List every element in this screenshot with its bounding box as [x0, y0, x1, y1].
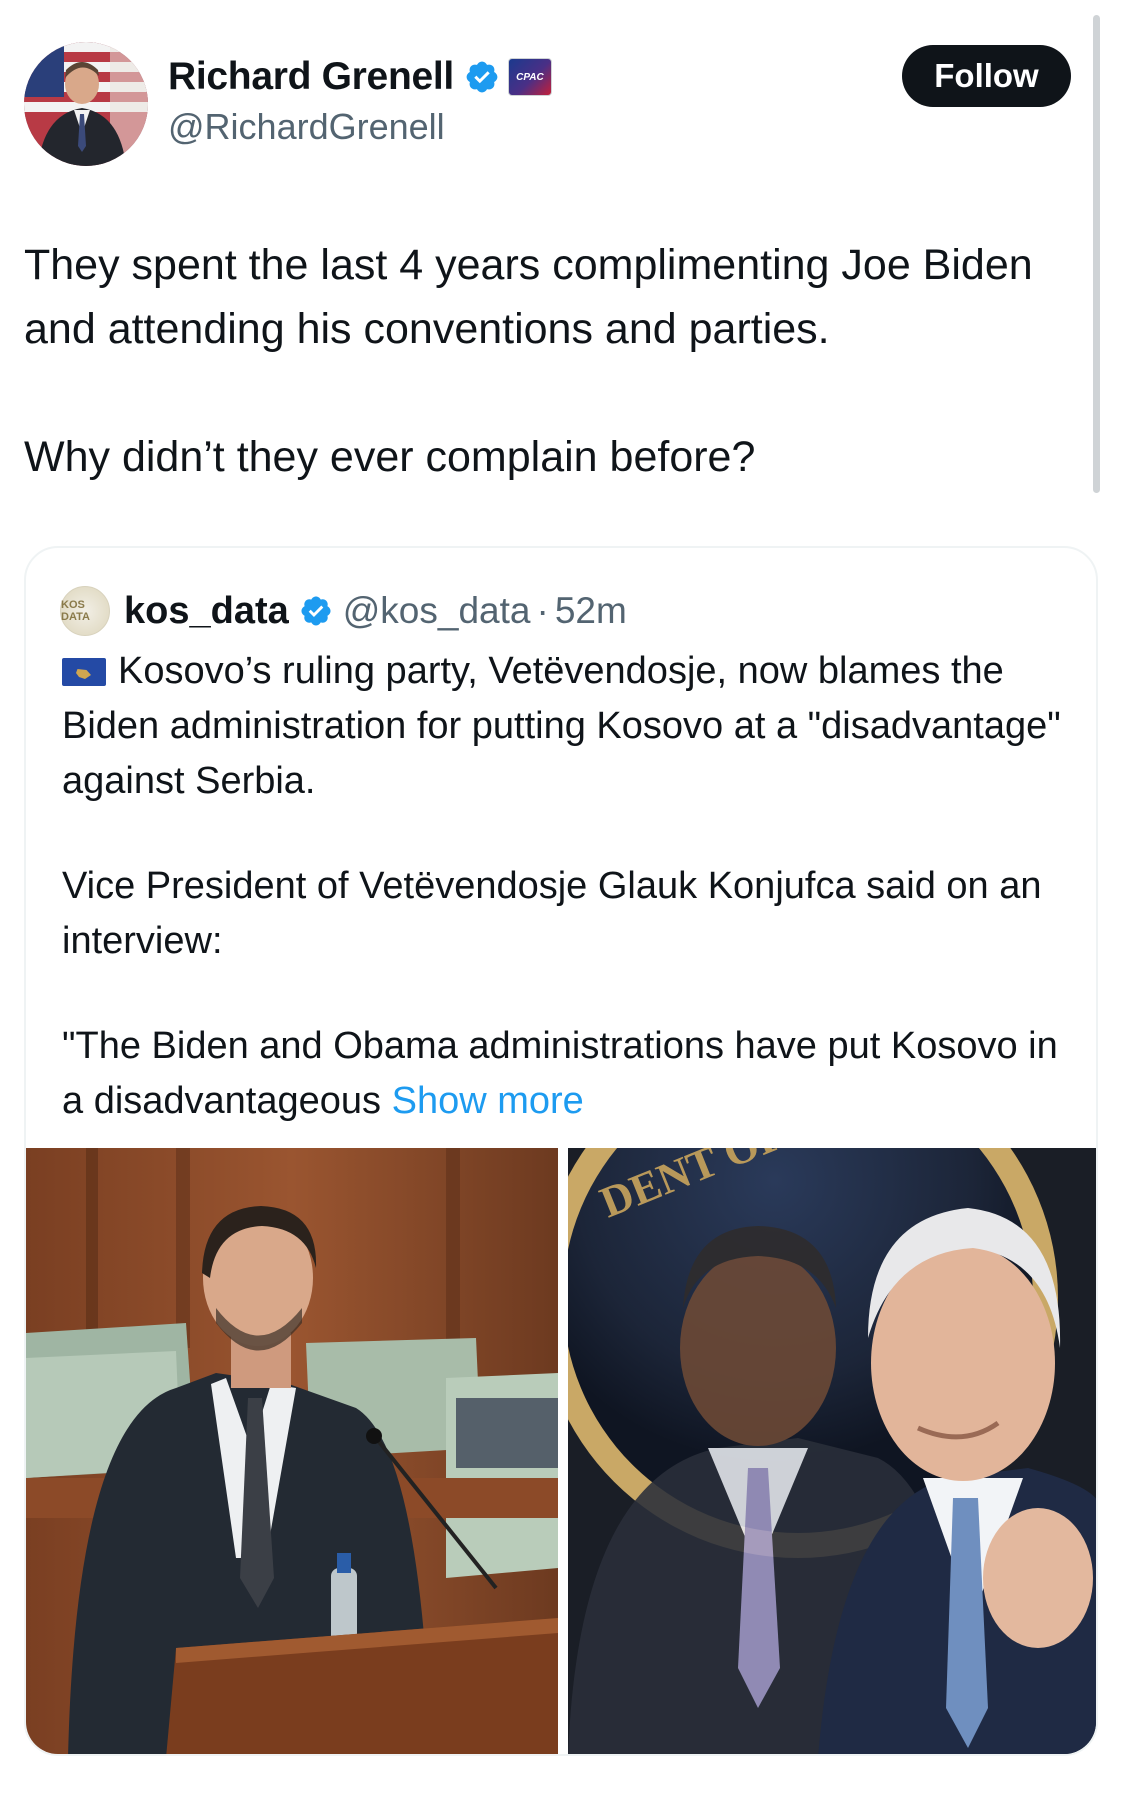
tweet-paragraph: They spent the last 4 years complimentin…: [24, 241, 1033, 353]
cpac-badge-icon[interactable]: CPAC: [507, 58, 552, 96]
author-name-row: Richard Grenell CPAC: [168, 52, 552, 102]
quoted-avatar[interactable]: KOS DATA: [60, 586, 110, 636]
quoted-header: KOS DATA kos_data @kos_data · 52m: [60, 586, 627, 636]
kosovo-flag-icon: [62, 658, 106, 686]
quoted-tweet[interactable]: KOS DATA kos_data @kos_data · 52m Kosovo…: [24, 546, 1098, 1756]
quoted-media: DENT OF TH: [26, 1148, 1096, 1754]
tweet-paragraph: Why didn’t they ever complain before?: [24, 433, 756, 481]
quoted-handle[interactable]: @kos_data: [343, 590, 531, 632]
media-photo-officials[interactable]: DENT OF TH: [568, 1148, 1096, 1754]
verified-badge-icon: [301, 596, 331, 626]
verified-badge-icon: [466, 61, 498, 93]
media-photo-speaker[interactable]: [26, 1148, 558, 1754]
scrollbar[interactable]: [1093, 15, 1100, 493]
author-avatar[interactable]: [24, 42, 148, 166]
tweet-screenshot: Richard Grenell CPAC @RichardGrenell Fol…: [0, 0, 1124, 1797]
tweet-text: They spent the last 4 years complimentin…: [24, 233, 1074, 489]
cpac-badge-text: CPAC: [516, 71, 544, 83]
follow-button[interactable]: Follow: [902, 45, 1071, 107]
quoted-avatar-text: KOS DATA: [61, 599, 90, 623]
quoted-paragraph: Kosovo’s ruling party, Vetëvendosje, now…: [62, 650, 1061, 802]
author-display-name[interactable]: Richard Grenell: [168, 55, 454, 99]
quoted-text: Kosovo’s ruling party, Vetëvendosje, now…: [62, 644, 1072, 1129]
quoted-timestamp[interactable]: 52m: [555, 590, 627, 632]
quoted-display-name[interactable]: kos_data: [124, 590, 289, 633]
quoted-separator: ·: [536, 590, 549, 631]
author-handle[interactable]: @RichardGrenell: [168, 106, 445, 148]
show-more-link[interactable]: Show more: [392, 1080, 584, 1122]
quoted-paragraph: Vice President of Vetëvendosje Glauk Kon…: [62, 865, 1042, 962]
